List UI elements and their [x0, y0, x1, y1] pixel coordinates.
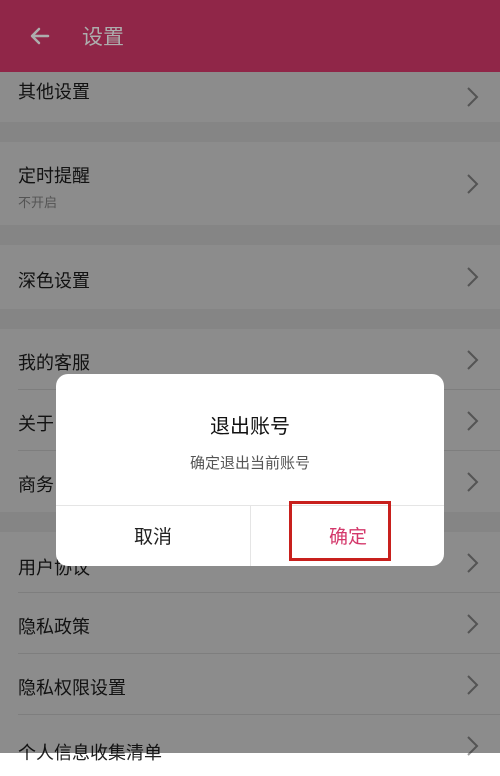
header-dim-overlay — [0, 0, 500, 72]
cancel-button[interactable]: 取消 — [56, 505, 250, 566]
dialog-title: 退出账号 — [210, 414, 290, 438]
highlight-box — [289, 501, 391, 561]
dialog-message: 确定退出当前账号 — [189, 454, 310, 472]
